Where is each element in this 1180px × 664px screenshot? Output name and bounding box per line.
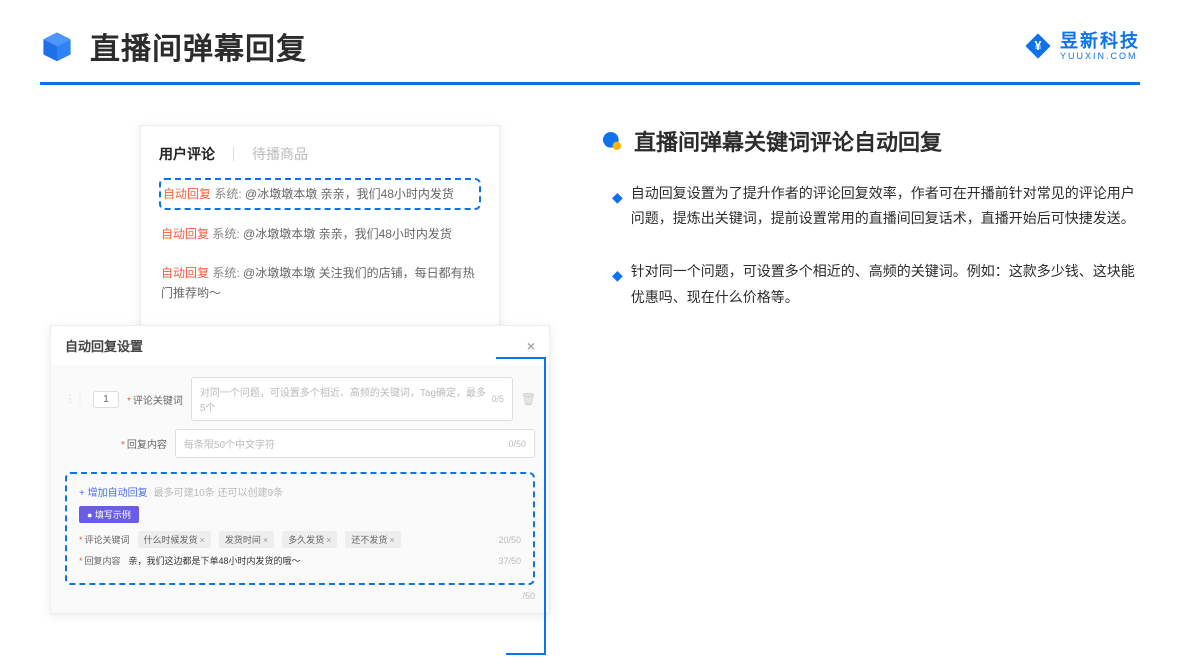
diamond-icon: ◆ — [612, 185, 623, 231]
page-title: 直播间弹幕回复 — [90, 24, 307, 68]
svg-text:¥: ¥ — [1034, 39, 1041, 53]
diamond-icon: ◆ — [612, 263, 623, 309]
bullet-item: ◆ 自动回复设置为了提升作者的评论回复效率，作者可在开播前针对常见的评论用户问题… — [612, 181, 1140, 231]
comment-text: @冰墩墩本墩 亲亲，我们48小时内发货 — [243, 227, 452, 241]
brand-name: 昱新科技 — [1060, 32, 1140, 50]
tag-pill[interactable]: 发货时间× — [219, 531, 274, 548]
auto-reply-tag: 自动回复 — [161, 266, 209, 280]
tab-user-comments[interactable]: 用户评论 — [159, 144, 215, 164]
title-group: 直播间弹幕回复 — [40, 24, 307, 68]
content-row: *回复内容 每条限50个中文字符 0/50 — [121, 429, 535, 458]
content-input[interactable]: 每条限50个中文字符 0/50 — [175, 429, 535, 458]
connector-line — [496, 357, 544, 359]
settings-card: 自动回复设置 × ⋮⋮ 1 *评论关键词 对同一个问题，可设置多个相近、高频的关… — [50, 325, 550, 614]
tag-pill[interactable]: 还不发货× — [345, 531, 400, 548]
left-column: 用户评论 待播商品 自动回复 系统: @冰墩墩本墩 亲亲，我们48小时内发货 自… — [40, 125, 560, 338]
keyword-label: *评论关键词 — [127, 392, 183, 407]
comment-row: 自动回复 系统: @冰墩墩本墩 关注我们的店铺，每日都有热门推荐哟～ — [159, 259, 481, 308]
header: 直播间弹幕回复 ¥ 昱新科技 YUUXIN.COM — [40, 24, 1140, 68]
auto-reply-tag: 自动回复 — [163, 187, 211, 201]
connector-line — [544, 357, 546, 653]
comments-card: 用户评论 待播商品 自动回复 系统: @冰墩墩本墩 亲亲，我们48小时内发货 自… — [140, 125, 500, 337]
example-content-value: 亲，我们这边都是下单48小时内发货的哦～ — [129, 554, 301, 567]
close-icon[interactable]: × — [527, 338, 535, 354]
tag-pill[interactable]: 多久发货× — [282, 531, 337, 548]
comment-text: @冰墩墩本墩 关注我们的店铺，每日都有热门推荐哟～ — [161, 266, 475, 300]
bullet-item: ◆ 针对同一个问题，可设置多个相近的、高频的关键词。例如：这款多少钱、这块能优惠… — [612, 259, 1140, 309]
settings-body: ⋮⋮ 1 *评论关键词 对同一个问题，可设置多个相近、高频的关键词，Tag确定，… — [51, 365, 549, 613]
keyword-row: ⋮⋮ 1 *评论关键词 对同一个问题，可设置多个相近、高频的关键词，Tag确定，… — [65, 377, 535, 421]
comment-text: @冰墩墩本墩 亲亲，我们48小时内发货 — [245, 187, 454, 201]
content: 用户评论 待播商品 自动回复 系统: @冰墩墩本墩 亲亲，我们48小时内发货 自… — [40, 125, 1140, 338]
settings-title: 自动回复设置 — [65, 336, 143, 355]
example-content-count: 37/50 — [498, 556, 521, 566]
auto-reply-tag: 自动回复 — [161, 227, 209, 241]
page: 直播间弹幕回复 ¥ 昱新科技 YUUXIN.COM 用户评论 待播商品 — [0, 0, 1180, 664]
keyword-input[interactable]: 对同一个问题，可设置多个相近、高频的关键词，Tag确定，最多5个 0/5 — [191, 377, 513, 421]
content-label: *回复内容 — [121, 436, 167, 451]
comment-row: 自动回复 系统: @冰墩墩本墩 亲亲，我们48小时内发货 — [159, 220, 481, 248]
tabs: 用户评论 待播商品 — [159, 144, 481, 164]
index-number: 1 — [93, 391, 119, 408]
example-content-row: *回复内容 亲，我们这边都是下单48小时内发货的哦～ 37/50 — [79, 554, 521, 567]
system-label: 系统: — [214, 187, 241, 201]
brand-logo: ¥ 昱新科技 YUUXIN.COM — [1024, 32, 1140, 61]
brand-url: YUUXIN.COM — [1060, 52, 1140, 61]
comment-row-highlight: 自动回复 系统: @冰墩墩本墩 亲亲，我们48小时内发货 — [159, 178, 481, 210]
tab-separator — [233, 147, 234, 161]
drag-icon[interactable]: ⋮⋮ — [65, 394, 85, 405]
chat-bubble-icon — [600, 129, 624, 153]
example-keyword-row: *评论关键词 什么时候发货× 发货时间× 多久发货× 还不发货× 20/50 — [79, 531, 521, 548]
settings-title-bar: 自动回复设置 × — [51, 326, 549, 365]
right-column: 直播间弹幕关键词评论自动回复 ◆ 自动回复设置为了提升作者的评论回复效率，作者可… — [560, 125, 1140, 338]
system-label: 系统: — [212, 266, 239, 280]
delete-icon[interactable]: 🗑 — [521, 392, 535, 406]
tab-products[interactable]: 待播商品 — [252, 144, 308, 164]
section-head: 直播间弹幕关键词评论自动回复 — [600, 125, 1140, 157]
system-label: 系统: — [212, 227, 239, 241]
example-area: + 增加自动回复 最多可建10条 还可以创建9条 ● 填写示例 *评论关键词 什… — [65, 472, 535, 585]
connector-line — [506, 653, 546, 655]
add-auto-reply[interactable]: + 增加自动回复 最多可建10条 还可以创建9条 — [79, 484, 521, 499]
brand-icon: ¥ — [1024, 32, 1052, 60]
bullet-list: ◆ 自动回复设置为了提升作者的评论回复效率，作者可在开播前针对常见的评论用户问题… — [600, 181, 1140, 310]
example-badge: ● 填写示例 — [79, 506, 139, 523]
footer-count: /50 — [65, 591, 535, 601]
section-title: 直播间弹幕关键词评论自动回复 — [634, 125, 942, 157]
cube-icon — [40, 29, 74, 63]
tag-count: 20/50 — [498, 535, 521, 545]
header-divider — [40, 82, 1140, 85]
tag-pill[interactable]: 什么时候发货× — [138, 531, 211, 548]
